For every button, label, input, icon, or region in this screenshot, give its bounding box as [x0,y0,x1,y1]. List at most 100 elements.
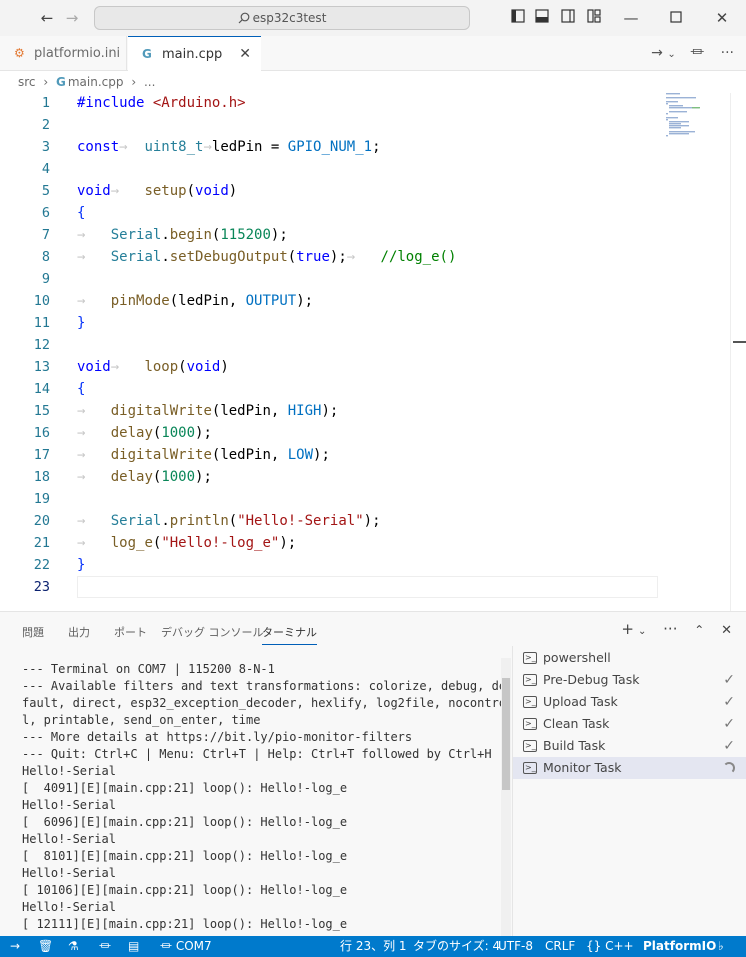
task-label: Clean Task [543,716,610,731]
task-powershell[interactable]: >_ powershell [513,647,746,669]
language-mode[interactable]: {} C++ [586,936,634,957]
task-label: Upload Task [543,694,618,709]
code-line-6: { [77,205,86,221]
command-center-search[interactable]: esp32c3test [94,6,470,30]
tab-ports[interactable]: ポート [114,624,147,640]
line-number: 2 [41,117,50,133]
minimap[interactable] [662,93,730,153]
chevron-down-icon[interactable]: ⌄ [667,49,675,60]
chevron-down-icon[interactable]: ⌄ [638,626,646,637]
terminal-icon[interactable]: ▤ [128,936,139,957]
more-actions-icon[interactable]: ··· [721,45,734,61]
platformio-status[interactable]: PlatformIO [643,936,716,957]
tab-main-cpp[interactable]: Gmain.cpp ✕ [128,36,261,72]
minimize-icon[interactable]: — [622,9,640,27]
task-pre-debug[interactable]: >_ Pre-Debug Task ✓ [513,669,746,691]
plug-icon[interactable]: ⏛ [690,45,704,61]
line-number: 21 [33,535,50,551]
chevron-right-icon: › [43,75,49,89]
task-upload[interactable]: >_ Upload Task ✓ [513,691,746,713]
terminal-line: [ 10106][E][main.cpp:21] loop(): Hello!-… [22,883,348,897]
code-line-13: void→ loop(void) [77,359,229,375]
task-monitor[interactable]: >_ Monitor Task [513,757,746,779]
check-icon: ✓ [723,672,735,688]
line-number: 12 [33,337,50,353]
forward-arrow-icon[interactable]: → [63,9,81,27]
maximize-icon[interactable] [667,9,685,27]
line-number: 15 [33,403,50,419]
arrow-right-icon[interactable]: → [651,45,663,61]
terminal-line: [ 4091][E][main.cpp:21] loop(): Hello!-l… [22,781,348,795]
code-line-17: → digitalWrite(ledPin, LOW); [77,447,330,463]
code-line-3: const→ uint8_t→ledPin = GPIO_NUM_1; [77,139,381,155]
breadcrumb: src › Gmain.cpp › ... [0,71,746,93]
cursor-position[interactable]: 行 23、列 1 [340,936,407,957]
more-actions-icon[interactable]: ··· [663,620,677,638]
tab-debug-console[interactable]: デバッグ コンソール [161,624,264,640]
toggle-panel-icon[interactable] [533,9,551,27]
line-number: 19 [33,491,50,507]
terminal-line: --- Terminal on COM7 | 115200 8-N-1 [22,662,275,676]
breadcrumb-file[interactable]: main.cpp [68,75,124,89]
tab-size[interactable]: タブのサイズ: 4 [413,936,500,957]
breadcrumb-folder[interactable]: src [18,75,36,89]
tab-output[interactable]: 出力 [68,624,90,640]
terminal-icon: >_ [523,762,537,774]
close-panel-icon[interactable]: ✕ [721,623,732,638]
panel-tab-bar: 問題 出力 ポート デバッグ コンソール ターミナル + ⌄ ··· ⌃ ✕ [0,612,746,648]
line-number: 22 [33,557,50,573]
terminal-task-list: >_ powershell >_ Pre-Debug Task ✓ >_ Upl… [512,646,746,937]
check-icon: ✓ [723,694,735,710]
trash-icon[interactable]: 🗑 [38,936,53,957]
serial-port-selector[interactable]: ⏛ COM7 [160,936,212,957]
back-arrow-icon[interactable]: ← [38,9,56,27]
code-line-16: → delay(1000); [77,425,212,441]
task-build[interactable]: >_ Build Task ✓ [513,735,746,757]
customize-layout-icon[interactable] [585,9,603,27]
plug-icon[interactable]: ⏛ [99,936,111,957]
code-line-8: → Serial.setDebugOutput(true);→ //log_e(… [77,249,457,265]
search-box-label: esp32c3test [252,11,327,25]
toggle-secondary-sidebar-icon[interactable] [559,9,577,27]
code-line-10: → pinMode(ledPin, OUTPUT); [77,293,314,309]
arrow-right-icon[interactable]: → [10,936,20,957]
terminal-line: [ 12111][E][main.cpp:21] loop(): Hello!-… [22,917,348,931]
terminal-line: Hello!-Serial [22,900,116,914]
line-number: 3 [41,139,50,155]
plug-icon: ⏛ [160,939,173,953]
line-number: 13 [33,359,50,375]
code-line-22: } [77,557,86,573]
code-editor[interactable]: 1 2 3 4 5 6 7 8 9 10 11 12 13 14 15 16 1… [0,93,746,611]
close-window-icon[interactable]: ✕ [713,9,731,27]
terminal-line: Hello!-Serial [22,866,116,880]
terminal-icon: >_ [523,696,537,708]
encoding[interactable]: UTF-8 [498,936,533,957]
editor-actions: → ⌄ ⏛ ··· [651,36,734,71]
bell-icon[interactable]: ♭ [718,936,724,957]
code-line-14: { [77,381,86,397]
flask-icon[interactable]: ⚗ [68,936,79,957]
terminal-line: Hello!-Serial [22,764,116,778]
close-tab-icon[interactable]: ✕ [239,37,251,72]
editor-scrollbar[interactable] [730,93,746,611]
line-number: 20 [33,513,50,529]
new-terminal-icon[interactable]: + [621,620,634,638]
code-line-1: #include <Arduino.h> [77,95,246,111]
task-label: Build Task [543,738,606,753]
terminal-scrollbar-thumb[interactable] [502,678,510,790]
tab-terminal[interactable]: ターミナル [262,624,317,645]
toggle-primary-sidebar-icon[interactable] [509,9,527,27]
terminal-line: --- More details at https://bit.ly/pio-m… [22,730,413,744]
title-bar: ← → esp32c3test — ✕ [0,0,746,36]
terminal-line: [ 6096][E][main.cpp:21] loop(): Hello!-l… [22,815,348,829]
terminal-output[interactable]: --- Terminal on COM7 | 115200 8-N-1 --- A… [22,661,506,933]
end-of-line[interactable]: CRLF [545,936,575,957]
breadcrumb-more[interactable]: ... [144,75,155,89]
check-icon: ✓ [723,716,735,732]
maximize-panel-icon[interactable]: ⌃ [694,623,704,637]
terminal-line: l, printable, send_on_enter, time [22,713,261,727]
tab-platformio-ini[interactable]: ⚙ platformio.ini [0,36,127,71]
tab-problems[interactable]: 問題 [22,624,44,640]
task-clean[interactable]: >_ Clean Task ✓ [513,713,746,735]
line-number: 11 [33,315,50,331]
